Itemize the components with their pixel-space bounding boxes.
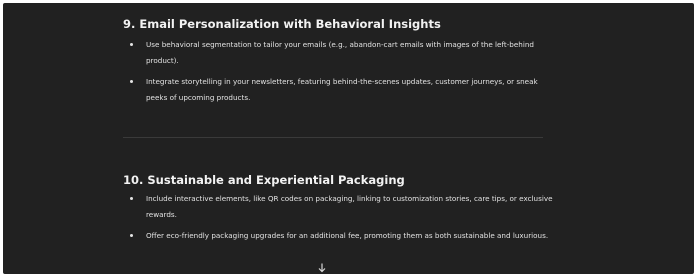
bullet-dot xyxy=(130,197,133,200)
list-item-text: Include interactive elements, like QR co… xyxy=(146,194,553,219)
list-item: Offer eco-friendly packaging upgrades fo… xyxy=(123,228,553,244)
list-item-text: Integrate storytelling in your newslette… xyxy=(146,77,538,102)
list-item-text: Offer eco-friendly packaging upgrades fo… xyxy=(146,231,549,240)
bullet-dot xyxy=(130,80,133,83)
list-item: Use behavioral segmentation to tailor yo… xyxy=(123,37,553,69)
section-heading-9: 9. Email Personalization with Behavioral… xyxy=(123,17,441,31)
section-heading-10: 10. Sustainable and Experiential Packagi… xyxy=(123,173,405,187)
bullet-dot xyxy=(130,234,133,237)
arrow-down-icon xyxy=(315,263,329,273)
section-10-bullet-list: Include interactive elements, like QR co… xyxy=(123,191,553,249)
list-item: Integrate storytelling in your newslette… xyxy=(123,74,553,106)
bullet-dot xyxy=(130,43,133,46)
chat-window: 9. Email Personalization with Behavioral… xyxy=(3,3,694,274)
section-divider xyxy=(123,137,543,138)
list-item: Include interactive elements, like QR co… xyxy=(123,191,553,223)
scroll-to-bottom-button[interactable] xyxy=(315,261,329,274)
section-9-bullet-list: Use behavioral segmentation to tailor yo… xyxy=(123,37,553,111)
list-item-text: Use behavioral segmentation to tailor yo… xyxy=(146,40,534,65)
